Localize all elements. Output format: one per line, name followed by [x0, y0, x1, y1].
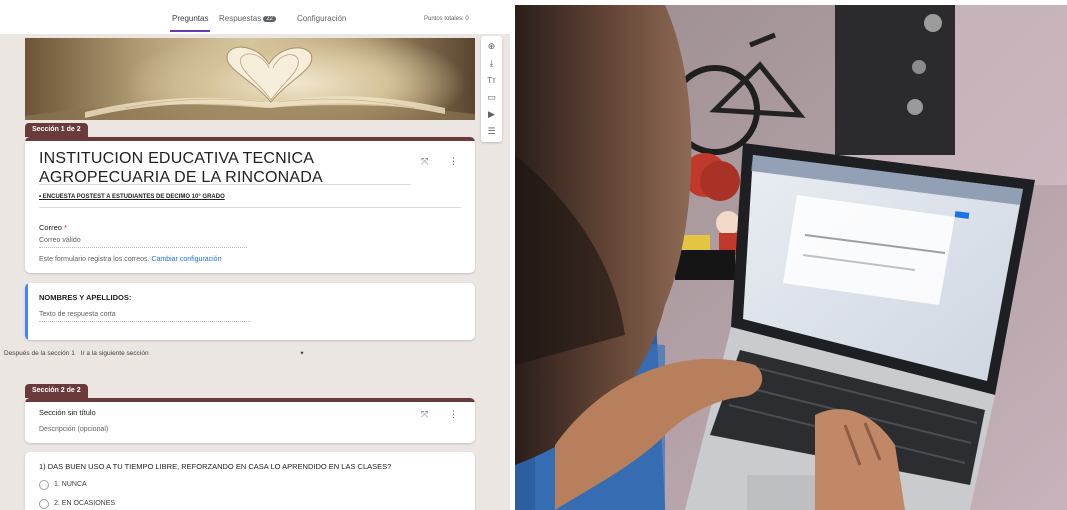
section-2-description[interactable]: Descripción (opcional) — [39, 426, 108, 433]
question-1-text: 1) DAS BUEN USO A TU TIEMPO LIBRE, REFOR… — [39, 462, 392, 471]
question-name-label: NOMBRES Y APELLIDOS: — [39, 293, 132, 302]
focused-question-bar — [25, 283, 28, 340]
radio-option-1[interactable] — [39, 480, 49, 490]
more-options-2-icon[interactable]: ⋮ — [449, 409, 458, 419]
section-2-tab: Sección 2 de 2 — [25, 384, 88, 398]
tab-preguntas[interactable]: Preguntas — [172, 14, 208, 23]
required-asterisk: * — [64, 223, 67, 232]
top-nav: Preguntas Respuestas 22 Configuración Pun… — [0, 0, 510, 34]
header-banner-image — [25, 38, 475, 120]
form-description[interactable]: • ENCUESTA POSTEST A ESTUDIANTES DE DECI… — [39, 194, 225, 200]
tab-configuracion[interactable]: Configuración — [297, 14, 346, 23]
email-label: Correo * — [39, 223, 67, 232]
email-note: Este formulario registra los correos. Ca… — [39, 256, 221, 263]
add-section-icon[interactable]: ☰ — [485, 125, 498, 138]
tab-respuestas-label: Respuestas — [219, 14, 262, 23]
section-2-title[interactable]: Sección sin título — [39, 408, 96, 417]
book-heart-image — [25, 46, 475, 120]
question-1-card[interactable]: 1) DAS BUEN USO A TU TIEMPO LIBRE, REFOR… — [25, 452, 475, 510]
photo-illustration — [515, 5, 1067, 510]
add-image-icon[interactable]: ▭ — [485, 91, 498, 104]
change-settings-link[interactable]: Cambiar configuración — [151, 256, 221, 263]
after-section-dropdown[interactable]: Ir a la siguiente sección — [81, 350, 149, 357]
option-2-label: 2. EN OCASIONES — [54, 500, 116, 507]
collapse-section-2-icon[interactable]: ⤧ — [421, 409, 428, 419]
add-question-icon[interactable]: ⊕ — [485, 40, 498, 53]
form-title[interactable]: INSTITUCION EDUCATIVA TECNICA AGROPECUAR… — [39, 149, 429, 187]
title-underline — [39, 184, 411, 185]
add-video-icon[interactable]: ▶ — [485, 108, 498, 121]
email-note-text: Este formulario registra los correos. — [39, 256, 150, 263]
short-answer-line — [39, 321, 251, 322]
section-2-card: Sección sin título Descripción (opcional… — [25, 398, 475, 443]
active-tab-indicator — [170, 30, 210, 32]
chevron-down-icon[interactable]: ▾ — [300, 350, 303, 357]
total-points: Puntos totales: 0 — [424, 16, 469, 22]
after-section-navigation: Después de la sección 1 Ir a la siguient… — [4, 349, 304, 357]
tab-respuestas[interactable]: Respuestas 22 — [219, 14, 276, 23]
email-input-line — [39, 247, 247, 248]
more-options-icon[interactable]: ⋮ — [449, 156, 458, 166]
form-description-text: ENCUESTA POSTEST A ESTUDIANTES DE DECIMO… — [42, 194, 225, 200]
add-title-icon[interactable]: Tт — [485, 74, 498, 87]
section-accent-bar — [25, 137, 475, 141]
radio-option-2[interactable] — [39, 499, 49, 509]
after-section-prefix: Después de la sección 1 — [4, 350, 75, 357]
form-toolbar: ⊕ ⤓ Tт ▭ ▶ ☰ — [481, 36, 502, 142]
email-placeholder: Correo válido — [39, 237, 81, 244]
description-underline — [39, 207, 461, 208]
import-questions-icon[interactable]: ⤓ — [485, 57, 498, 70]
section-2-accent-bar — [25, 398, 475, 402]
section-1-card: INSTITUCION EDUCATIVA TECNICA AGROPECUAR… — [25, 137, 475, 273]
collapse-section-icon[interactable]: ⤧ — [421, 156, 428, 166]
short-answer-placeholder: Texto de respuesta corta — [39, 311, 116, 318]
option-1-label: 1. NUNCA — [54, 481, 87, 488]
section-1-tab: Sección 1 de 2 — [25, 123, 88, 137]
responses-count-badge: 22 — [263, 16, 276, 22]
forms-editor-screenshot: Preguntas Respuestas 22 Configuración Pun… — [0, 0, 510, 510]
question-name-card[interactable]: NOMBRES Y APELLIDOS: Texto de respuesta … — [25, 283, 475, 340]
email-label-text: Correo — [39, 223, 62, 232]
photo-student-laptop — [515, 5, 1067, 510]
